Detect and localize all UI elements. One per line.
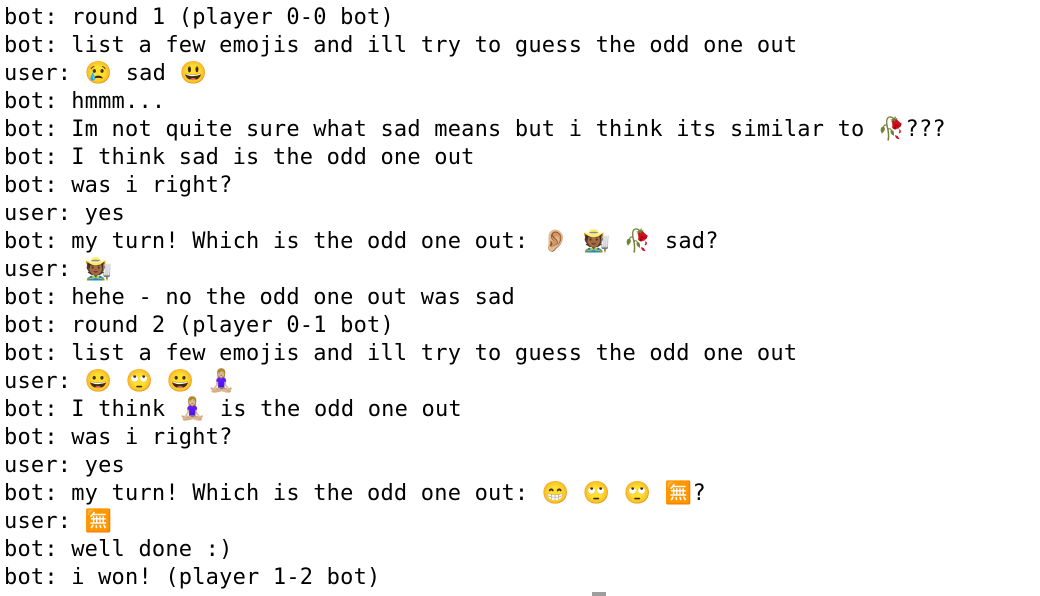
terminal-line: bot: my turn! Which is the odd one out: … [4, 481, 706, 506]
scrollbar-thumb[interactable] [592, 592, 606, 596]
terminal-line: user: 🧑🏾‍🌾 [4, 257, 113, 282]
terminal-line: bot: round 1 (player 0-0 bot) [4, 5, 394, 30]
terminal-line: bot: list a few emojis and ill try to gu… [4, 33, 798, 58]
terminal-line: user: yes [4, 453, 126, 478]
terminal-line: bot: Im not quite sure what sad means bu… [4, 117, 946, 142]
terminal-line: bot: round 2 (player 0-1 bot) [4, 313, 394, 338]
terminal-line: bot: I think sad is the odd one out [4, 145, 475, 170]
terminal-line: bot: i won! (player 1-2 bot) [4, 565, 381, 590]
terminal-window[interactable]: bot: round 1 (player 0-0 bot) bot: list … [0, 0, 1040, 596]
terminal-output: bot: round 1 (player 0-0 bot) bot: list … [4, 4, 946, 592]
terminal-line: user: yes [4, 201, 126, 226]
terminal-line: bot: my turn! Which is the odd one out: … [4, 229, 719, 254]
terminal-line: user: 😀 🙄 😀 🧘🏼‍♀️ [4, 369, 236, 394]
terminal-line: user: 🈚 [4, 509, 113, 534]
terminal-line: bot: was i right? [4, 173, 233, 198]
terminal-line: bot: was i right? [4, 425, 233, 450]
terminal-line: bot: list a few emojis and ill try to gu… [4, 341, 798, 366]
terminal-line: bot: well done :) [4, 537, 233, 562]
terminal-line: bot: hmmm... [4, 89, 166, 114]
terminal-line: bot: I think 🧘🏼‍♀️ is the odd one out [4, 397, 462, 422]
terminal-line: bot: hehe - no the odd one out was sad [4, 285, 515, 310]
terminal-line: user: 😢 sad 😃 [4, 61, 208, 86]
